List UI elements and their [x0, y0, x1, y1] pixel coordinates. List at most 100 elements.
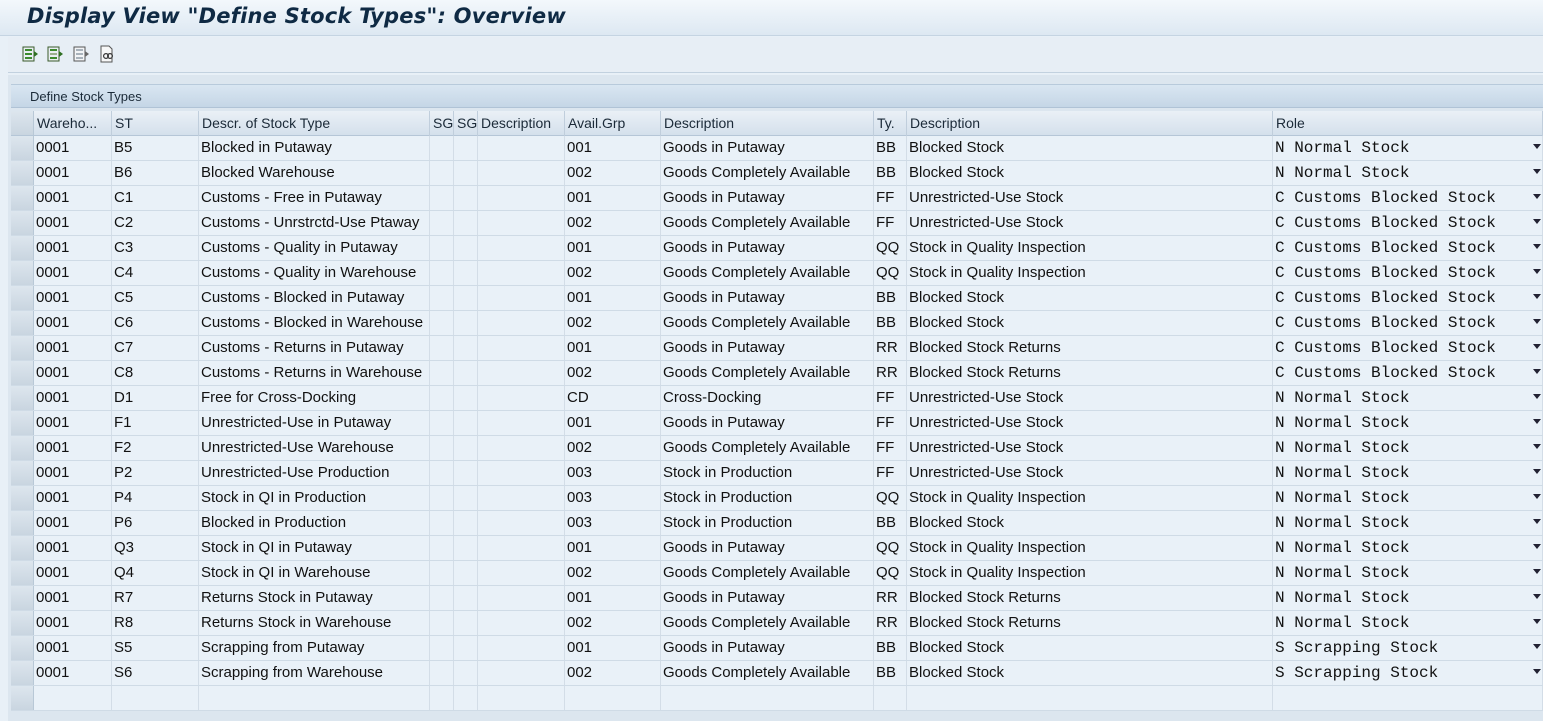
chevron-down-icon[interactable]: [1533, 544, 1541, 549]
chevron-down-icon[interactable]: [1533, 594, 1541, 599]
chevron-down-icon[interactable]: [1533, 169, 1541, 174]
table-row[interactable]: 0001 R7 Returns Stock in Putaway 001 Goods i…: [11, 586, 1543, 611]
cell-role[interactable]: N Normal Stock: [1273, 611, 1543, 635]
row-selector[interactable]: [11, 511, 34, 535]
row-selector[interactable]: [11, 211, 34, 235]
row-selector[interactable]: [11, 236, 34, 260]
table-row[interactable]: 0001 Q4 Stock in QI in Warehouse 002 Goods C…: [11, 561, 1543, 586]
column-header-sg-description[interactable]: Description: [478, 111, 565, 136]
row-selector[interactable]: [11, 336, 34, 360]
row-selector[interactable]: [11, 386, 34, 410]
table-row[interactable]: 0001 S6 Scrapping from Warehouse 002 Goods C…: [11, 661, 1543, 686]
row-selector[interactable]: [11, 536, 34, 560]
cell-role[interactable]: C Customs Blocked Stock: [1273, 211, 1543, 235]
row-selector[interactable]: [11, 161, 34, 185]
chevron-down-icon[interactable]: [1533, 619, 1541, 624]
table-row[interactable]: [11, 686, 1543, 711]
row-selector[interactable]: [11, 361, 34, 385]
cell-role[interactable]: [1273, 686, 1543, 710]
table-row[interactable]: 0001 C6 Customs - Blocked in Warehouse 002 G…: [11, 311, 1543, 336]
cell-role[interactable]: S Scrapping Stock: [1273, 636, 1543, 660]
row-selector[interactable]: [11, 311, 34, 335]
chevron-down-icon[interactable]: [1533, 669, 1541, 674]
row-selector[interactable]: [11, 636, 34, 660]
chevron-down-icon[interactable]: [1533, 269, 1541, 274]
cell-role[interactable]: N Normal Stock: [1273, 411, 1543, 435]
deselect-all-button[interactable]: [71, 44, 91, 64]
column-header-category[interactable]: Ty.: [874, 111, 907, 136]
row-selector[interactable]: [11, 461, 34, 485]
chevron-down-icon[interactable]: [1533, 494, 1541, 499]
cell-role[interactable]: N Normal Stock: [1273, 461, 1543, 485]
column-header-availability-group-description[interactable]: Description: [661, 111, 874, 136]
table-row[interactable]: 0001 C8 Customs - Returns in Warehouse 002 G…: [11, 361, 1543, 386]
chevron-down-icon[interactable]: [1533, 194, 1541, 199]
table-row[interactable]: 0001 C2 Customs - Unrstrctd-Use Ptaway 002 G…: [11, 211, 1543, 236]
cell-role[interactable]: N Normal Stock: [1273, 586, 1543, 610]
column-header-category-description[interactable]: Description: [907, 111, 1273, 136]
column-header-stock-type[interactable]: ST: [112, 111, 199, 136]
find-button[interactable]: [97, 44, 117, 64]
cell-role[interactable]: N Normal Stock: [1273, 536, 1543, 560]
cell-role[interactable]: C Customs Blocked Stock: [1273, 261, 1543, 285]
table-row[interactable]: 0001 B6 Blocked Warehouse 002 Goods Complete…: [11, 161, 1543, 186]
row-selector[interactable]: [11, 286, 34, 310]
cell-role[interactable]: C Customs Blocked Stock: [1273, 361, 1543, 385]
table-row[interactable]: 0001 Q3 Stock in QI in Putaway 001 Goods in …: [11, 536, 1543, 561]
chevron-down-icon[interactable]: [1533, 319, 1541, 324]
cell-role[interactable]: S Scrapping Stock: [1273, 661, 1543, 685]
cell-role[interactable]: C Customs Blocked Stock: [1273, 186, 1543, 210]
cell-role[interactable]: N Normal Stock: [1273, 136, 1543, 160]
table-row[interactable]: 0001 C7 Customs - Returns in Putaway 001 Goo…: [11, 336, 1543, 361]
cell-role[interactable]: C Customs Blocked Stock: [1273, 311, 1543, 335]
cell-role[interactable]: N Normal Stock: [1273, 436, 1543, 460]
cell-role[interactable]: N Normal Stock: [1273, 561, 1543, 585]
chevron-down-icon[interactable]: [1533, 569, 1541, 574]
column-header-sg2[interactable]: SG: [454, 111, 478, 136]
table-row[interactable]: 0001 F2 Unrestricted-Use Warehouse 002 Goods…: [11, 436, 1543, 461]
cell-role[interactable]: N Normal Stock: [1273, 486, 1543, 510]
table-row[interactable]: 0001 C5 Customs - Blocked in Putaway 001 Goo…: [11, 286, 1543, 311]
column-header-warehouse[interactable]: Wareho...: [34, 111, 112, 136]
row-selector[interactable]: [11, 261, 34, 285]
table-row[interactable]: 0001 F1 Unrestricted-Use in Putaway 001 Good…: [11, 411, 1543, 436]
cell-role[interactable]: N Normal Stock: [1273, 161, 1543, 185]
table-row[interactable]: 0001 P2 Unrestricted-Use Production 003 Stoc…: [11, 461, 1543, 486]
chevron-down-icon[interactable]: [1533, 519, 1541, 524]
chevron-down-icon[interactable]: [1533, 369, 1541, 374]
chevron-down-icon[interactable]: [1533, 294, 1541, 299]
row-selector[interactable]: [11, 411, 34, 435]
row-selector[interactable]: [11, 561, 34, 585]
chevron-down-icon[interactable]: [1533, 394, 1541, 399]
chevron-down-icon[interactable]: [1533, 219, 1541, 224]
chevron-down-icon[interactable]: [1533, 144, 1541, 149]
column-header-role[interactable]: Role: [1273, 111, 1543, 136]
row-selector[interactable]: [11, 611, 34, 635]
row-selector[interactable]: [11, 586, 34, 610]
select-block-button[interactable]: [45, 44, 65, 64]
column-header-availability-group[interactable]: Avail.Grp: [565, 111, 661, 136]
table-row[interactable]: 0001 P6 Blocked in Production 003 Stock in P…: [11, 511, 1543, 536]
table-row[interactable]: 0001 P4 Stock in QI in Production 003 Stock …: [11, 486, 1543, 511]
cell-role[interactable]: N Normal Stock: [1273, 511, 1543, 535]
select-all-corner[interactable]: [11, 111, 34, 135]
table-row[interactable]: 0001 B5 Blocked in Putaway 001 Goods in Puta…: [11, 136, 1543, 161]
cell-role[interactable]: C Customs Blocked Stock: [1273, 236, 1543, 260]
table-row[interactable]: 0001 S5 Scrapping from Putaway 001 Goods in …: [11, 636, 1543, 661]
table-row[interactable]: 0001 R8 Returns Stock in Warehouse 002 Goods…: [11, 611, 1543, 636]
chevron-down-icon[interactable]: [1533, 244, 1541, 249]
chevron-down-icon[interactable]: [1533, 469, 1541, 474]
row-selector[interactable]: [11, 661, 34, 685]
chevron-down-icon[interactable]: [1533, 419, 1541, 424]
table-row[interactable]: 0001 C4 Customs - Quality in Warehouse 002 G…: [11, 261, 1543, 286]
chevron-down-icon[interactable]: [1533, 644, 1541, 649]
select-all-button[interactable]: [20, 44, 40, 64]
table-row[interactable]: 0001 D1 Free for Cross-Docking CD Cross-Dock…: [11, 386, 1543, 411]
table-row[interactable]: 0001 C3 Customs - Quality in Putaway 001 Goo…: [11, 236, 1543, 261]
row-selector[interactable]: [11, 136, 34, 160]
cell-role[interactable]: C Customs Blocked Stock: [1273, 286, 1543, 310]
chevron-down-icon[interactable]: [1533, 444, 1541, 449]
column-header-sg1[interactable]: SG: [430, 111, 454, 136]
row-selector[interactable]: [11, 686, 34, 710]
row-selector[interactable]: [11, 186, 34, 210]
